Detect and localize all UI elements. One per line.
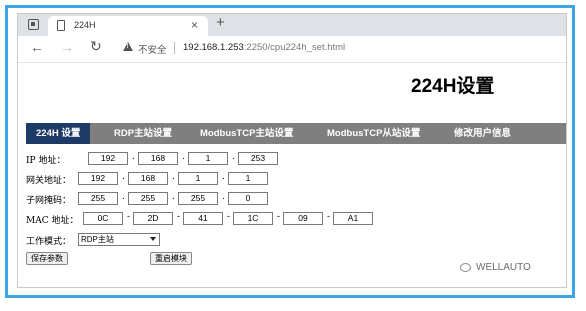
subnet-row: 子网掩码： 255 . 255 . 255 . 0 [26, 191, 566, 209]
ip-octet-1[interactable]: 192 [88, 152, 128, 165]
window-menu-icon[interactable] [28, 19, 39, 30]
gateway-octet-3[interactable]: 1 [178, 172, 218, 185]
chevron-down-icon [150, 237, 156, 241]
gateway-octet-1[interactable]: 192 [78, 172, 118, 185]
mac-byte-1[interactable]: 0C [83, 212, 123, 225]
ip-row: IP 地址： 192 . 168 . 1 . 253 [26, 151, 566, 169]
new-tab-icon[interactable]: + [216, 14, 225, 31]
nav-224h-settings[interactable]: 224H 设置 [26, 123, 91, 144]
mode-selected-value: RDP主站 [81, 235, 114, 244]
gateway-label: 网关地址： [26, 176, 72, 186]
url-host: 192.168.1.253 [183, 42, 244, 53]
ip-octet-2[interactable]: 168 [138, 152, 178, 165]
nav-rdp-master[interactable]: RDP主站设置 [104, 123, 182, 144]
save-button[interactable]: 保存参数 [26, 252, 68, 265]
mac-byte-6[interactable]: A1 [333, 212, 373, 225]
mac-byte-3[interactable]: 41 [183, 212, 223, 225]
gateway-octet-4[interactable]: 1 [228, 172, 268, 185]
tab-title: 224H [74, 20, 96, 30]
url-field[interactable]: 192.168.1.253:2250/cpu224h_set.html [183, 42, 345, 53]
mode-select[interactable]: RDP主站 [78, 233, 160, 246]
page-icon [57, 20, 65, 31]
mac-byte-4[interactable]: 1C [233, 212, 273, 225]
ip-label: IP 地址： [26, 156, 66, 166]
tab-strip: 224H × + [18, 14, 566, 36]
mac-label: MAC 地址： [26, 216, 79, 226]
mac-row: MAC 地址： 0C - 2D - 41 - 1C - 09 - A1 [26, 211, 566, 229]
browser-window: 224H × + ← → ↻ ! 不安全 192.168.1.253:2250/… [17, 13, 567, 288]
mode-label: 工作模式： [26, 237, 72, 247]
page-title: 224H设置 [411, 76, 495, 97]
browser-tab[interactable]: 224H × [48, 16, 208, 36]
wechat-icon [460, 263, 471, 272]
subnet-octet-2[interactable]: 255 [128, 192, 168, 205]
nav-user-info[interactable]: 修改用户信息 [444, 123, 521, 144]
insecure-label[interactable]: 不安全 [138, 42, 167, 56]
subnet-label: 子网掩码： [26, 196, 72, 206]
ip-octet-4[interactable]: 253 [238, 152, 278, 165]
divider [174, 42, 175, 54]
main-nav: 224H 设置 RDP主站设置 ModbusTCP主站设置 ModbusTCP从… [26, 123, 566, 144]
forward-arrow-icon[interactable]: → [60, 39, 74, 55]
subnet-octet-4[interactable]: 0 [228, 192, 268, 205]
reload-icon[interactable]: ↻ [90, 38, 102, 55]
url-path: :2250/cpu224h_set.html [243, 42, 346, 53]
address-bar-row: ← → ↻ ! 不安全 192.168.1.253:2250/cpu224h_s… [18, 36, 566, 63]
nav-modbus-master[interactable]: ModbusTCP主站设置 [190, 123, 303, 144]
restart-button[interactable]: 重启模块 [150, 252, 192, 265]
nav-modbus-slave[interactable]: ModbusTCP从站设置 [317, 123, 430, 144]
mode-row: 工作模式： RDP主站 [26, 232, 566, 250]
mac-byte-5[interactable]: 09 [283, 212, 323, 225]
watermark: WELLAUTO [476, 262, 531, 273]
gateway-row: 网关地址： 192 . 168 . 1 . 1 [26, 171, 566, 189]
ip-octet-3[interactable]: 1 [188, 152, 228, 165]
subnet-octet-1[interactable]: 255 [78, 192, 118, 205]
back-arrow-icon[interactable]: ← [30, 39, 44, 55]
gateway-octet-2[interactable]: 168 [128, 172, 168, 185]
close-tab-icon[interactable]: × [191, 18, 198, 32]
mac-byte-2[interactable]: 2D [133, 212, 173, 225]
subnet-octet-3[interactable]: 255 [178, 192, 218, 205]
